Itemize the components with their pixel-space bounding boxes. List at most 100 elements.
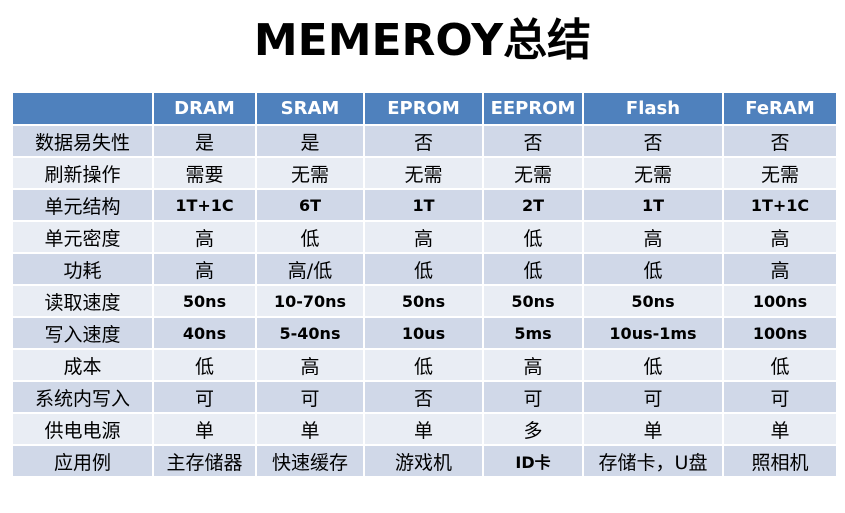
table-row: 读取速度 50ns 10-70ns 50ns 50ns 50ns 100ns — [11, 284, 838, 318]
table-cell: 快速缓存 — [255, 444, 365, 478]
table-cell: 6T — [255, 188, 365, 222]
table-cell: 否 — [722, 124, 838, 158]
table-cell: 10us-1ms — [582, 316, 724, 350]
table-cell: 1T — [363, 188, 484, 222]
table-cell: ID卡 — [482, 444, 584, 478]
table-cell: 高 — [363, 220, 484, 254]
table-cell: 高/低 — [255, 252, 365, 286]
table-cell: 存储卡，U盘 — [582, 444, 724, 478]
row-label: 写入速度 — [11, 316, 154, 350]
table-cell: 5-40ns — [255, 316, 365, 350]
table-cell: 高 — [722, 252, 838, 286]
table-cell: 是 — [152, 124, 257, 158]
table-cell: 高 — [582, 220, 724, 254]
table-cell: 照相机 — [722, 444, 838, 478]
table-cell: 否 — [582, 124, 724, 158]
table-cell: 无需 — [582, 156, 724, 190]
row-label: 读取速度 — [11, 284, 154, 318]
table-cell: 2T — [482, 188, 584, 222]
header-row: DRAM SRAM EPROM EEPROM Flash FeRAM — [11, 91, 838, 126]
table-cell: 单 — [722, 412, 838, 446]
table-cell: 1T+1C — [722, 188, 838, 222]
table-row: 功耗高高/低低低低高 — [11, 252, 838, 286]
column-header: SRAM — [255, 91, 365, 126]
header-corner-cell — [11, 91, 154, 126]
table-row: 单元密度高低高低高高 — [11, 220, 838, 254]
column-header: EPROM — [363, 91, 484, 126]
table-cell: 100ns — [722, 316, 838, 350]
table-cell: 低 — [152, 348, 257, 382]
table-cell: 低 — [255, 220, 365, 254]
table-cell: 可 — [255, 380, 365, 414]
table-row: 应用例 主存储器 快速缓存 游戏机 ID卡 存储卡，U盘 照相机 — [11, 444, 838, 478]
row-label: 功耗 — [11, 252, 154, 286]
table-cell: 可 — [152, 380, 257, 414]
table-cell: 高 — [152, 220, 257, 254]
table-cell: 单 — [363, 412, 484, 446]
table-cell: 低 — [582, 348, 724, 382]
row-label: 单元密度 — [11, 220, 154, 254]
table-cell: 否 — [363, 124, 484, 158]
table-row: 系统内写入可可否可可可 — [11, 380, 838, 414]
table-cell: 单 — [255, 412, 365, 446]
table-cell: 需要 — [152, 156, 257, 190]
table-cell: 10us — [363, 316, 484, 350]
table-cell: 高 — [255, 348, 365, 382]
row-label: 系统内写入 — [11, 380, 154, 414]
table-cell: 低 — [482, 252, 584, 286]
table-cell: 低 — [482, 220, 584, 254]
column-header: FeRAM — [722, 91, 838, 126]
table-cell: 单 — [582, 412, 724, 446]
table-cell: 高 — [482, 348, 584, 382]
table-row: 供电电源单单单多单单 — [11, 412, 838, 446]
table-cell: 低 — [582, 252, 724, 286]
table-cell: 100ns — [722, 284, 838, 318]
row-label: 供电电源 — [11, 412, 154, 446]
table-cell: 无需 — [255, 156, 365, 190]
table-cell: 高 — [722, 220, 838, 254]
row-label: 数据易失性 — [11, 124, 154, 158]
table-cell: 单 — [152, 412, 257, 446]
table-cell: 1T — [582, 188, 724, 222]
table-cell: 50ns — [582, 284, 724, 318]
table-cell: 主存储器 — [152, 444, 257, 478]
table-cell: 50ns — [152, 284, 257, 318]
column-header: EEPROM — [482, 91, 584, 126]
table-cell: 可 — [722, 380, 838, 414]
table-row: 单元结构 1T+1C 6T 1T 2T 1T 1T+1C — [11, 188, 838, 222]
table-cell: 低 — [722, 348, 838, 382]
slide-title: MEMEROY总结 — [253, 15, 592, 66]
table-cell: 是 — [255, 124, 365, 158]
table-cell: 无需 — [482, 156, 584, 190]
table-cell: 10-70ns — [255, 284, 365, 318]
column-header: Flash — [582, 91, 724, 126]
row-label: 成本 — [11, 348, 154, 382]
table-cell: 无需 — [722, 156, 838, 190]
table-cell: 低 — [363, 348, 484, 382]
row-label: 刷新操作 — [11, 156, 154, 190]
table-row: 刷新操作 需要 无需 无需 无需 无需 无需 — [11, 156, 838, 190]
table-cell: 游戏机 — [363, 444, 484, 478]
table-cell: 低 — [363, 252, 484, 286]
table-row: 写入速度 40ns 5-40ns 10us 5ms 10us-1ms 100ns — [11, 316, 838, 350]
table-body: 数据易失性是是否否否否刷新操作 需要 无需 无需 无需 无需 无需 单元结构 1T+1C 6T 1T… — [11, 124, 838, 478]
memory-comparison-table: DRAM SRAM EPROM EEPROM Flash FeRAM 数据易失性是是否否否… — [11, 91, 838, 478]
table-cell: 可 — [582, 380, 724, 414]
table-cell: 多 — [482, 412, 584, 446]
table-cell: 无需 — [363, 156, 484, 190]
table-row: 成本低高低高低低 — [11, 348, 838, 382]
table-cell: 否 — [363, 380, 484, 414]
row-label: 单元结构 — [11, 188, 154, 222]
table-cell: 50ns — [482, 284, 584, 318]
table-cell: 否 — [482, 124, 584, 158]
column-header: DRAM — [152, 91, 257, 126]
table-cell: 5ms — [482, 316, 584, 350]
table-cell: 高 — [152, 252, 257, 286]
table-cell: 50ns — [363, 284, 484, 318]
table-cell: 可 — [482, 380, 584, 414]
table-row: 数据易失性是是否否否否 — [11, 124, 838, 158]
table-cell: 1T+1C — [152, 188, 257, 222]
table-header: DRAM SRAM EPROM EEPROM Flash FeRAM — [11, 91, 838, 126]
row-label: 应用例 — [11, 444, 154, 478]
table-cell: 40ns — [152, 316, 257, 350]
